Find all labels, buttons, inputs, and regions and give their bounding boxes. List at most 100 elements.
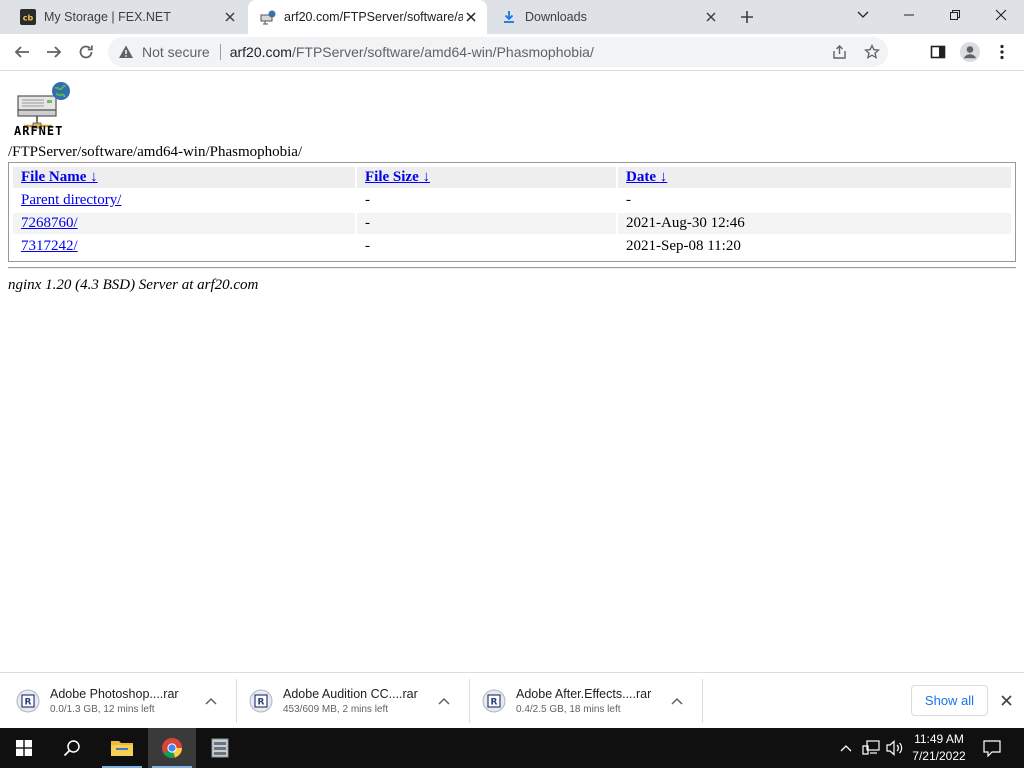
close-icon (995, 9, 1007, 21)
back-button[interactable] (8, 38, 36, 66)
chevron-up-icon[interactable] (199, 689, 223, 713)
security-label[interactable]: Not secure (142, 44, 210, 60)
file-size-cell: - (357, 213, 616, 234)
horizontal-rule (8, 267, 1016, 269)
chrome-taskbar-button[interactable] (148, 728, 196, 768)
directory-link[interactable]: 7317242/ (21, 238, 78, 254)
date-cell: - (626, 192, 631, 208)
download-divider (702, 679, 703, 723)
minimize-icon (904, 14, 914, 16)
server-manager-icon (211, 738, 229, 758)
tab-arf20[interactable]: arf20.com/FTPServer/software/ar (248, 0, 487, 34)
omnibox-divider (219, 44, 221, 60)
date-cell: 2021-Sep-08 11:20 (626, 238, 741, 254)
parent-directory-link[interactable]: Parent directory/ (21, 192, 121, 208)
file-size-cell: - (365, 238, 370, 254)
tab-title: Downloads (525, 10, 587, 24)
network-icon (862, 740, 880, 755)
forward-button[interactable] (40, 38, 68, 66)
search-button[interactable] (48, 728, 96, 768)
warning-icon[interactable] (118, 44, 134, 60)
profile-avatar-icon (960, 42, 980, 62)
reload-button[interactable] (72, 38, 100, 66)
rar-file-icon: R (249, 689, 273, 713)
close-window-button[interactable] (978, 0, 1024, 30)
chevron-down-icon (857, 11, 869, 18)
download-info: Adobe Audition CC....rar 453/609 MB, 2 m… (283, 687, 432, 715)
tab-strip: cb My Storage | FEX.NET arf20.com/FTPSer… (0, 0, 1024, 34)
kebab-menu-icon (1000, 44, 1004, 60)
sort-arrow-icon: ↓ (422, 169, 430, 185)
download-filename: Adobe After.Effects....rar (516, 687, 652, 701)
chevron-up-icon[interactable] (432, 689, 456, 713)
download-status: 453/609 MB, 2 mins left (283, 704, 389, 715)
svg-text:R: R (25, 698, 32, 708)
download-status: 0.0/1.3 GB, 12 mins left (50, 704, 155, 715)
server-signature: nginx 1.20 (4.3 BSD) Server at arf20.com (8, 277, 259, 293)
url-text[interactable]: arf20.com/FTPServer/software/amd64-win/P… (230, 44, 594, 60)
file-listing: File Name ↓ File Size ↓ Date ↓ Parent di… (8, 162, 1016, 262)
profile-button[interactable] (956, 38, 984, 66)
chevron-up-icon[interactable] (665, 689, 689, 713)
file-name-cell: 7268760/ (13, 213, 355, 234)
rar-file-icon: R (16, 689, 40, 713)
clock-time: 11:49 AM (914, 732, 964, 746)
tab-close-icon[interactable] (222, 9, 238, 25)
tab-downloads[interactable]: Downloads (489, 0, 727, 34)
share-icon[interactable] (824, 37, 856, 67)
sort-by-size-link[interactable]: File Size ↓ (365, 169, 430, 185)
download-filename: Adobe Audition CC....rar (283, 687, 418, 701)
close-shelf-button[interactable] (996, 690, 1016, 710)
download-shelf: R Adobe Photoshop....rar 0.0/1.3 GB, 12 … (0, 672, 1024, 728)
volume-button[interactable] (884, 728, 906, 768)
action-center-button[interactable] (980, 728, 1004, 768)
directory-link[interactable]: 7268760/ (21, 215, 78, 231)
file-name-cell: Parent directory/ (13, 190, 355, 211)
network-button[interactable] (860, 728, 882, 768)
system-clock[interactable]: 11:49 AM 7/21/2022 (906, 731, 972, 765)
svg-text:cb: cb (23, 14, 34, 23)
restore-button[interactable] (932, 0, 978, 30)
directory-path: /FTPServer/software/amd64-win/Phasmophob… (8, 144, 303, 160)
folder-icon (111, 741, 133, 756)
file-explorer-button[interactable] (98, 728, 146, 768)
address-bar[interactable]: Not secure arf20.com/FTPServer/software/… (108, 37, 888, 67)
server-manager-button[interactable] (196, 728, 244, 768)
column-header-file-name: File Name ↓ (13, 167, 355, 188)
download-item[interactable]: R Adobe After.Effects....rar 0.4/2.5 GB,… (468, 679, 701, 723)
column-header-file-size: File Size ↓ (357, 167, 616, 188)
sort-by-date-link[interactable]: Date ↓ (626, 169, 667, 185)
side-panel-button[interactable] (924, 38, 952, 66)
show-all-button[interactable]: Show all (911, 685, 988, 716)
clock-date: 7/21/2022 (912, 749, 966, 763)
download-filename: Adobe Photoshop....rar (50, 687, 179, 701)
table-row: 7268760/ - 2021-Aug-30 12:46 (13, 213, 1011, 234)
tab-fex[interactable]: cb My Storage | FEX.NET (8, 0, 246, 34)
download-info: Adobe After.Effects....rar 0.4/2.5 GB, 1… (516, 687, 665, 715)
tab-close-icon[interactable] (703, 9, 719, 25)
minimize-button[interactable] (886, 0, 932, 30)
omnibox-actions (824, 37, 888, 67)
file-size-cell: - (365, 192, 370, 208)
sort-by-name-link[interactable]: File Name ↓ (21, 169, 98, 185)
side-panel-icon (930, 45, 946, 59)
download-info: Adobe Photoshop....rar 0.0/1.3 GB, 12 mi… (50, 687, 199, 715)
download-icon (501, 9, 517, 25)
menu-button[interactable] (988, 38, 1016, 66)
tab-close-icon[interactable] (463, 9, 479, 25)
tab-search-button[interactable] (840, 0, 886, 30)
show-hidden-icons-button[interactable] (836, 728, 856, 768)
bookmark-star-icon[interactable] (856, 37, 888, 67)
table-header-row: File Name ↓ File Size ↓ Date ↓ (13, 167, 1011, 188)
new-tab-button[interactable] (735, 5, 759, 29)
table-row: Parent directory/ - - (13, 190, 1011, 211)
date-cell: 2021-Aug-30 12:46 (618, 213, 1011, 234)
table-row: 7317242/ - 2021-Sep-08 11:20 (13, 236, 1011, 257)
download-item[interactable]: R Adobe Audition CC....rar 453/609 MB, 2… (235, 679, 468, 723)
logo-text: ARFNET (14, 124, 64, 138)
start-button[interactable] (0, 728, 48, 768)
tab-title: arf20.com/FTPServer/software/ar (284, 10, 463, 24)
notification-icon (983, 739, 1001, 757)
page-content: ARFNET /FTPServer/software/amd64-win/Pha… (0, 72, 1024, 672)
download-item[interactable]: R Adobe Photoshop....rar 0.0/1.3 GB, 12 … (2, 679, 235, 723)
